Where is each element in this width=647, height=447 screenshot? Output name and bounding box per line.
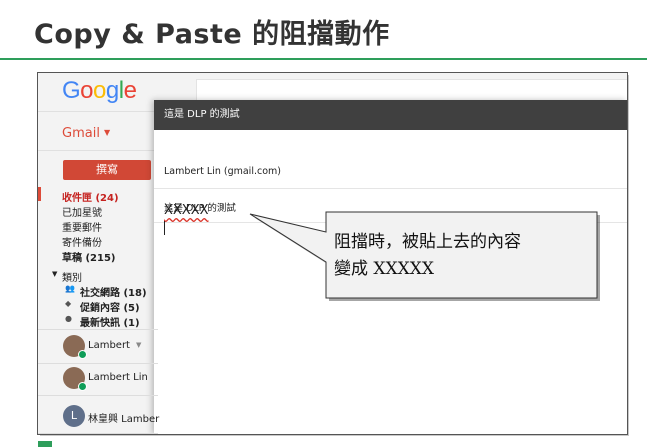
body-text[interactable]: XXXXX bbox=[164, 203, 209, 218]
info-icon: ● bbox=[65, 314, 72, 323]
chevron-down-icon[interactable]: ▼ bbox=[104, 128, 110, 137]
category-item[interactable]: 社交網路 (18) bbox=[80, 284, 147, 299]
avatar[interactable] bbox=[63, 367, 87, 391]
avatar[interactable] bbox=[63, 335, 87, 359]
gmail-divider bbox=[38, 150, 158, 151]
online-status-icon bbox=[78, 350, 87, 359]
chevron-down-icon[interactable]: ▼ bbox=[136, 341, 141, 349]
from-field[interactable]: Lambert Lin (gmail.com) bbox=[164, 166, 281, 177]
text-caret bbox=[164, 221, 165, 235]
compose-button[interactable]: 撰寫 bbox=[63, 160, 151, 180]
title-divider bbox=[0, 58, 647, 60]
sidebar-item[interactable]: 寄件備份 bbox=[62, 234, 102, 249]
callout-text: 阻擋時，被貼上去的內容 變成 XXXXX bbox=[334, 229, 590, 283]
expand-icon[interactable]: ▼ bbox=[52, 270, 57, 278]
category-item[interactable]: 促銷內容 (5) bbox=[80, 299, 140, 314]
people-divider bbox=[38, 329, 158, 330]
people-icon: 👥 bbox=[65, 284, 75, 293]
inbox-active-marker bbox=[38, 187, 41, 201]
gmail-app-label[interactable]: Gmail bbox=[62, 126, 100, 141]
category-item[interactable]: 最新快訊 (1) bbox=[80, 314, 140, 329]
logo-letter: G bbox=[62, 77, 81, 104]
tag-icon: ◆ bbox=[65, 299, 72, 308]
contact-name[interactable]: Lambert Lin bbox=[88, 372, 148, 383]
sidebar-item[interactable]: 草稿 (215) bbox=[62, 249, 116, 264]
slide-accent bbox=[38, 441, 52, 447]
sidebar-item[interactable]: 收件匣 (24) bbox=[62, 189, 119, 204]
callout-line-2: 變成 XXXXX bbox=[334, 259, 434, 279]
logo-letter: o bbox=[93, 77, 106, 104]
logo-letter: g bbox=[105, 77, 119, 104]
people-divider bbox=[38, 363, 158, 364]
contact-name[interactable]: Lambert bbox=[88, 340, 130, 351]
logo-letter: o bbox=[80, 77, 94, 104]
sidebar-item[interactable]: 重要郵件 bbox=[62, 219, 102, 234]
google-logo: Google bbox=[62, 77, 137, 105]
avatar[interactable]: L bbox=[63, 405, 85, 427]
online-status-icon bbox=[78, 382, 87, 391]
people-divider bbox=[38, 395, 158, 396]
categories-label[interactable]: 類別 bbox=[62, 269, 82, 284]
contact-name[interactable]: 林皇興 Lamber bbox=[88, 410, 159, 425]
field-divider bbox=[154, 188, 627, 189]
sidebar-item[interactable]: 已加星號 bbox=[62, 204, 102, 219]
callout-line-1: 阻擋時，被貼上去的內容 bbox=[334, 232, 521, 252]
slide-title: Copy & Paste 的阻擋動作 bbox=[34, 19, 390, 50]
people-divider bbox=[38, 433, 158, 434]
logo-letter: e bbox=[123, 77, 137, 104]
compose-header[interactable]: 這是 DLP 的測試 bbox=[154, 100, 627, 130]
